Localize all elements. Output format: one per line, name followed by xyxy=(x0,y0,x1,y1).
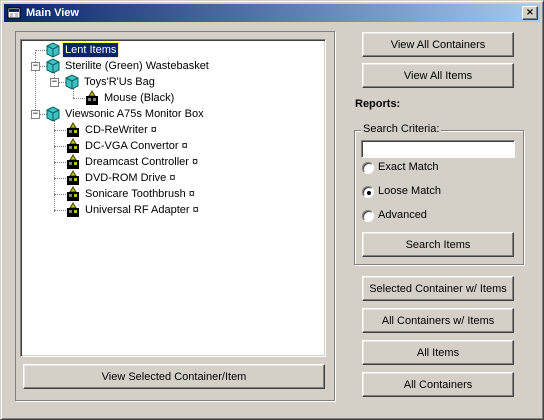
tree-node-label: DVD-ROM Drive ¤ xyxy=(85,172,176,184)
all-containers-button[interactable]: All Containers xyxy=(362,372,514,397)
main-view-window: Main View × Lent Items − Sterilite (Gree… xyxy=(0,0,544,420)
tree-node-cd-rewriter[interactable]: CD-ReWriter ¤ xyxy=(21,122,321,138)
tree-node-label: Dreamcast Controller ¤ xyxy=(85,156,199,168)
lent-item-icon xyxy=(67,202,79,217)
container-icon xyxy=(46,42,60,58)
collapse-icon[interactable]: − xyxy=(31,62,40,71)
tree-node-label: Sterilite (Green) Wastebasket xyxy=(65,60,209,72)
all-items-button[interactable]: All Items xyxy=(362,340,514,365)
radio-label: Advanced xyxy=(378,209,427,221)
container-icon xyxy=(46,58,60,74)
search-items-button[interactable]: Search Items xyxy=(362,232,514,257)
radio-selected-dot xyxy=(367,191,371,195)
tree-node-mouse-black[interactable]: Mouse (Black) xyxy=(21,90,321,106)
radio-circle xyxy=(362,186,374,198)
tree-node-lent-items[interactable]: Lent Items xyxy=(21,42,321,58)
lent-item-icon xyxy=(67,138,79,153)
radio-label: Exact Match xyxy=(378,161,439,173)
tree-node-label: CD-ReWriter ¤ xyxy=(85,124,157,136)
tree-node-toysrus-bag[interactable]: − Toys'R'Us Bag xyxy=(21,74,321,90)
view-selected-button[interactable]: View Selected Container/Item xyxy=(23,364,325,389)
tree-node-label: Lent Items xyxy=(61,42,120,58)
close-icon: × xyxy=(525,7,535,18)
tree-node-dc-vga-convertor[interactable]: DC-VGA Convertor ¤ xyxy=(21,138,321,154)
tree-node-dvd-rom-drive[interactable]: DVD-ROM Drive ¤ xyxy=(21,170,321,186)
lent-item-icon xyxy=(67,186,79,201)
lent-item-icon xyxy=(67,170,79,185)
tree-node-label: Toys'R'Us Bag xyxy=(84,76,155,88)
container-tree[interactable]: Lent Items − Sterilite (Green) Wastebask… xyxy=(20,39,326,357)
container-icon xyxy=(65,74,79,90)
lent-item-icon xyxy=(67,122,79,137)
window-title: Main View xyxy=(26,7,79,19)
tree-node-label: Viewsonic A75s Monitor Box xyxy=(65,108,204,120)
tree-node-label: Mouse (Black) xyxy=(104,92,175,104)
tree-node-dreamcast-controller[interactable]: Dreamcast Controller ¤ xyxy=(21,154,321,170)
collapse-icon[interactable]: − xyxy=(31,110,40,119)
radio-label: Loose Match xyxy=(378,185,441,197)
tree-node-label: Sonicare Toothbrush ¤ xyxy=(85,188,195,200)
view-all-containers-button[interactable]: View All Containers xyxy=(362,32,514,57)
tree-node-sonicare-toothbrush[interactable]: Sonicare Toothbrush ¤ xyxy=(21,186,321,202)
tree-node-sterilite-wastebasket[interactable]: − Sterilite (Green) Wastebasket xyxy=(21,58,321,74)
all-containers-with-items-button[interactable]: All Containers w/ Items xyxy=(362,308,514,333)
selected-container-with-items-button[interactable]: Selected Container w/ Items xyxy=(362,276,514,301)
close-button[interactable]: × xyxy=(522,6,538,20)
view-all-items-button[interactable]: View All Items xyxy=(362,63,514,88)
item-icon xyxy=(86,90,98,105)
search-criteria-label: Search Criteria: xyxy=(361,123,442,135)
radio-circle xyxy=(362,210,374,222)
tree-node-label: Universal RF Adapter ¤ xyxy=(85,204,199,216)
search-input[interactable] xyxy=(361,140,515,158)
tree-node-label: DC-VGA Convertor ¤ xyxy=(85,140,188,152)
app-icon xyxy=(7,7,21,19)
lent-item-icon xyxy=(67,154,79,169)
tree-node-universal-rf-adapter[interactable]: Universal RF Adapter ¤ xyxy=(21,202,321,218)
radio-circle xyxy=(362,162,374,174)
reports-label: Reports: xyxy=(355,98,401,110)
container-icon xyxy=(46,106,60,122)
title-bar[interactable]: Main View × xyxy=(4,4,540,22)
collapse-icon[interactable]: − xyxy=(50,78,59,87)
tree-node-viewsonic-monitor-box[interactable]: − Viewsonic A75s Monitor Box xyxy=(21,106,321,122)
